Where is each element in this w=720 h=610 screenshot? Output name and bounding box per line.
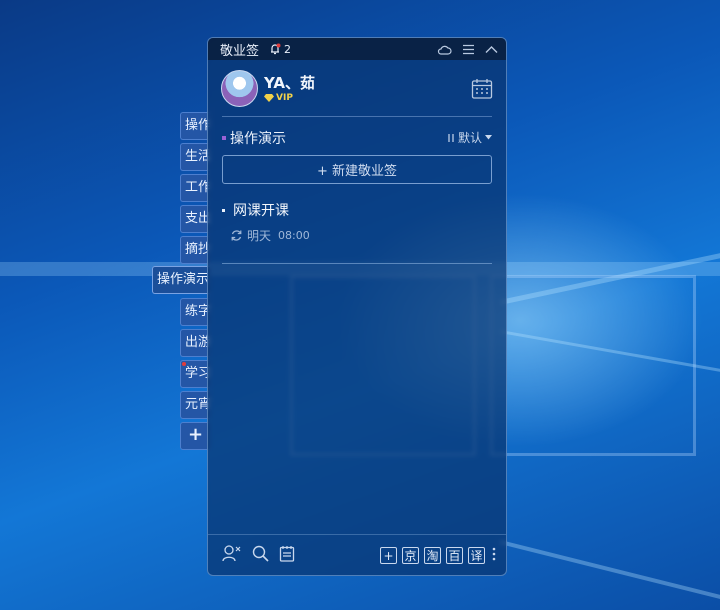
new-note-label: + 新建敬业签	[316, 164, 398, 179]
list-title-text: 操作演示	[230, 131, 286, 147]
add-category-button[interactable]: +	[180, 422, 210, 450]
calendar-icon	[471, 79, 493, 99]
cloud-icon	[437, 45, 452, 55]
user-gear-icon	[222, 545, 241, 562]
tab-category-9[interactable]: 学习	[180, 360, 210, 388]
vip-badge[interactable]: VIP	[264, 93, 293, 103]
unread-dot	[182, 362, 186, 366]
chevron-up-icon	[485, 45, 498, 53]
vertical-dots-icon	[492, 547, 496, 561]
shortcut-translate-button[interactable]: 译	[468, 546, 485, 564]
shortcut-jd-button[interactable]: 京	[402, 546, 419, 564]
note-title: 网课开课	[233, 203, 289, 219]
add-icon: +	[187, 424, 204, 445]
menu-button[interactable]	[462, 44, 475, 55]
list-title: 操作演示	[222, 128, 286, 148]
repeat-icon	[231, 230, 242, 241]
reminder-date: 明天	[247, 229, 272, 243]
diamond-icon	[264, 94, 274, 102]
username: YA、茹	[264, 74, 316, 92]
calendar-button[interactable]	[471, 78, 493, 104]
avatar[interactable]	[221, 70, 258, 107]
more-options-button[interactable]	[490, 547, 498, 563]
notification-count: 2	[284, 42, 292, 56]
reminder-time: 08:00	[278, 229, 310, 242]
vip-label: VIP	[276, 93, 293, 103]
note-window: 敬业签 2 YA、茹 VIP 操作演示 默认 + 新建敬业签 网课开课 明天 0…	[207, 37, 507, 576]
note-bullet	[222, 209, 225, 212]
note-item[interactable]: 网课开课 明天 08:00	[222, 198, 492, 264]
bottom-toolbar: + 京 淘 百 译	[208, 534, 506, 575]
notification-bell[interactable]: 2	[269, 43, 291, 56]
notepad-icon	[279, 545, 295, 562]
tab-category-5[interactable]: 摘抄	[180, 236, 210, 264]
menu-icon	[463, 44, 474, 54]
list-color-mark	[222, 136, 226, 140]
title-bar[interactable]: 敬业签 2	[208, 38, 506, 60]
tab-category-2[interactable]: 生活	[180, 143, 210, 171]
tab-category-1[interactable]: 操作	[180, 112, 210, 140]
bell-icon	[271, 43, 281, 55]
tab-label: 操作演示	[157, 272, 210, 287]
sort-icon	[448, 133, 454, 142]
tab-category-7[interactable]: 练字	[180, 298, 210, 326]
sort-label: 默认	[457, 131, 482, 145]
user-profile: YA、茹 VIP	[208, 60, 506, 116]
wallpaper-window-pane	[490, 275, 696, 456]
tab-category-3[interactable]: 工作	[180, 174, 210, 202]
tab-category-active[interactable]: 操作演示	[152, 266, 210, 294]
collapse-button[interactable]	[485, 45, 498, 54]
shortcut-add-button[interactable]: +	[380, 546, 397, 564]
tab-category-8[interactable]: 出游	[180, 329, 210, 357]
wallpaper-ray	[499, 540, 720, 607]
shortcut-taobao-button[interactable]: 淘	[424, 546, 441, 564]
cloud-sync-button[interactable]	[437, 44, 452, 55]
sort-dropdown[interactable]: 默认	[447, 129, 492, 146]
notes-list-button[interactable]	[279, 545, 295, 566]
caret-down-icon	[485, 135, 492, 140]
list-header: 操作演示 默认	[208, 117, 506, 155]
tab-category-10[interactable]: 元宵	[180, 391, 210, 419]
note-reminder: 明天 08:00	[230, 227, 310, 244]
search-button[interactable]	[252, 545, 269, 566]
new-note-button[interactable]: + 新建敬业签	[222, 155, 492, 184]
search-icon	[252, 545, 269, 562]
shortcut-baidu-button[interactable]: 百	[446, 546, 463, 564]
tab-category-4[interactable]: 支出	[180, 205, 210, 233]
app-title: 敬业签	[220, 43, 260, 59]
user-settings-button[interactable]	[222, 544, 242, 566]
